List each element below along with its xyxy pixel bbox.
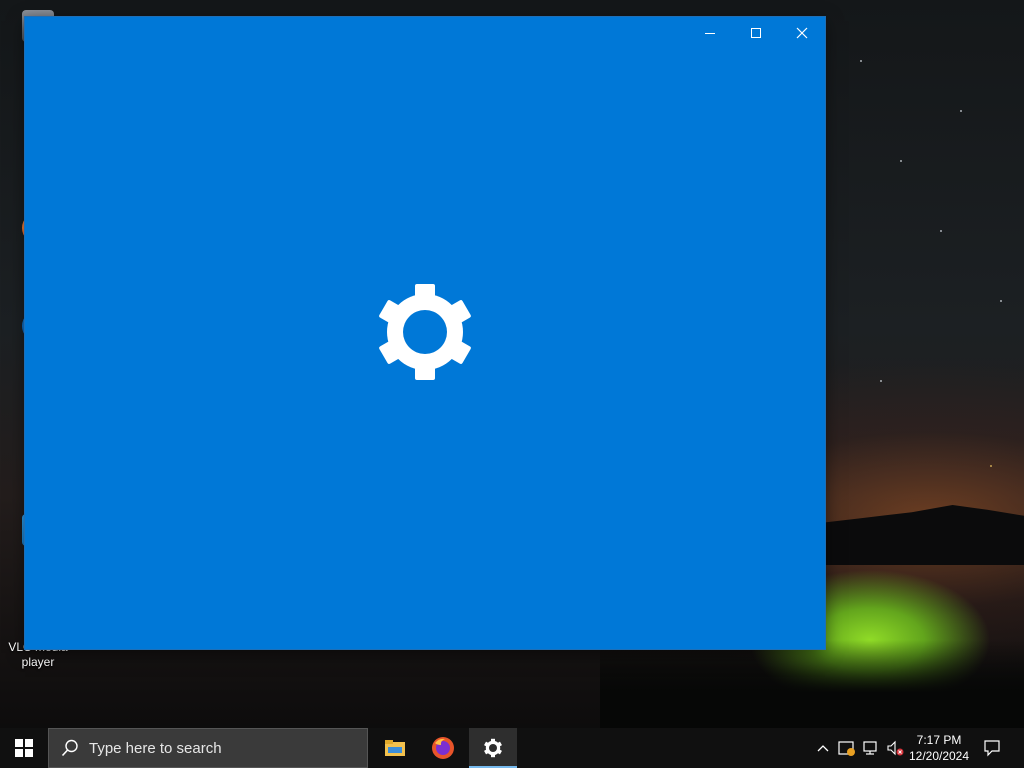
star [900, 160, 902, 162]
star [990, 465, 992, 467]
window-caption-buttons [687, 17, 825, 49]
taskbar-firefox[interactable] [419, 728, 467, 768]
file-explorer-icon [385, 740, 405, 756]
tray-network[interactable] [860, 728, 882, 768]
settings-icon [484, 738, 502, 758]
star [860, 60, 862, 62]
tray-security[interactable] [836, 728, 858, 768]
taskbar: Type here to search 7:17 PM 12/20/2024 [0, 728, 1024, 768]
start-button[interactable] [0, 728, 48, 768]
star [940, 230, 942, 232]
clock-date: 12/20/2024 [908, 749, 970, 763]
maximize-icon [751, 28, 761, 38]
action-center-button[interactable] [980, 728, 1004, 768]
taskbar-search-box[interactable]: Type here to search [48, 728, 368, 768]
taskbar-file-explorer[interactable] [371, 728, 419, 768]
star [1000, 300, 1002, 302]
gear-icon [379, 284, 471, 380]
ground [600, 640, 1024, 728]
security-icon [838, 741, 855, 756]
mountain-silhouette [820, 505, 1024, 565]
desktop-background: Rec Eve F M No Visu VLC media player [0, 0, 1024, 728]
star [960, 110, 962, 112]
chevron-up-icon [817, 745, 829, 752]
notification-icon [984, 740, 1000, 757]
search-icon [61, 739, 79, 757]
clock-time: 7:17 PM [916, 733, 962, 747]
settings-window [25, 17, 825, 649]
minimize-button[interactable] [687, 17, 733, 49]
firefox-icon [432, 737, 454, 759]
maximize-button[interactable] [733, 17, 779, 49]
close-icon [796, 27, 808, 39]
taskbar-settings[interactable] [469, 728, 517, 768]
close-button[interactable] [779, 17, 825, 49]
search-placeholder: Type here to search [89, 739, 222, 757]
minimize-icon [705, 33, 715, 34]
windows-logo-icon [15, 739, 33, 757]
network-icon [863, 741, 877, 755]
taskbar-clock[interactable]: 7:17 PM 12/20/2024 [900, 728, 978, 768]
star [880, 380, 882, 382]
show-hidden-icons-button[interactable] [812, 728, 834, 768]
